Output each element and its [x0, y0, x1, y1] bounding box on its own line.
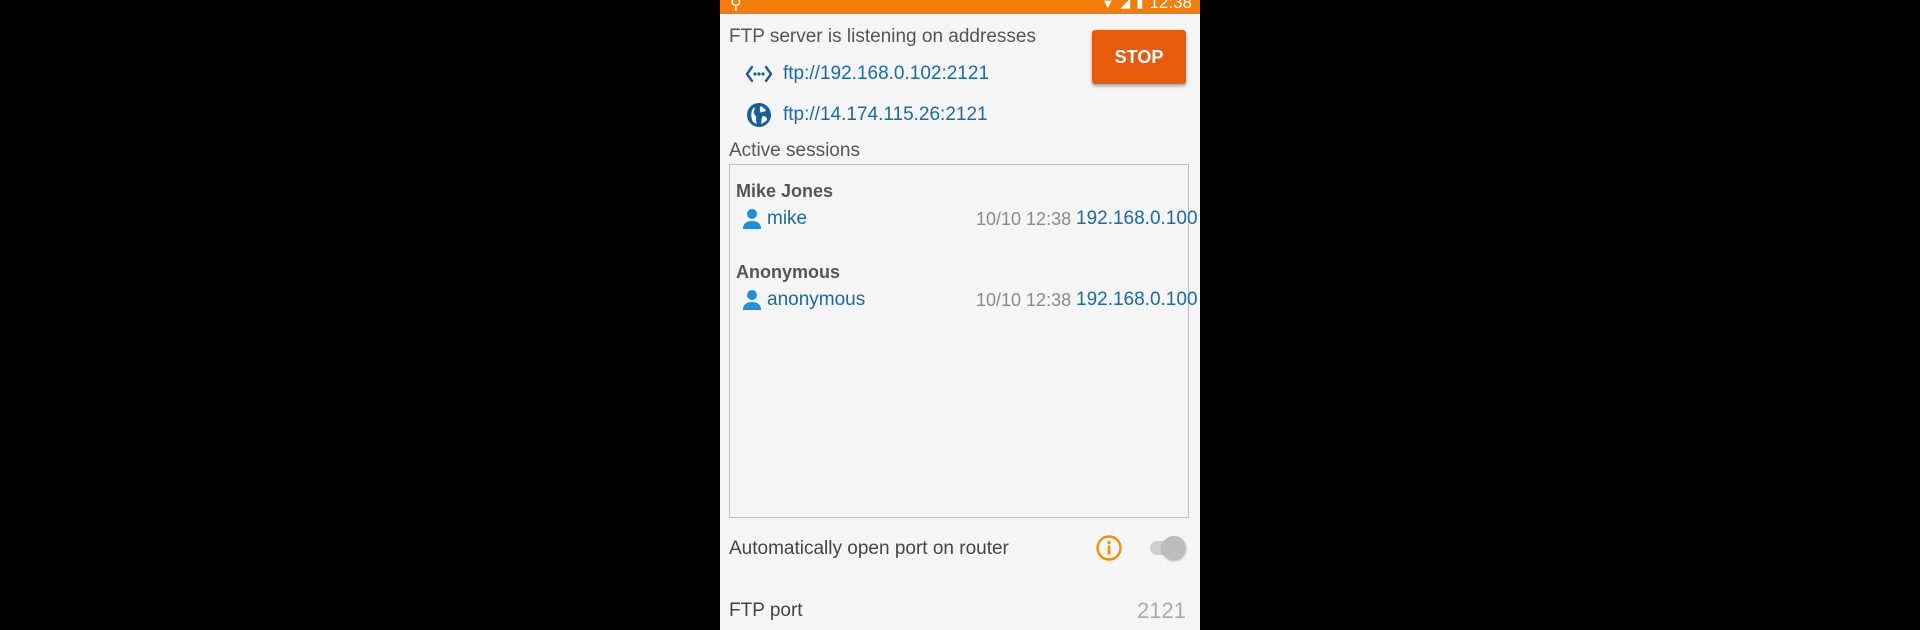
ftp-notification-icon: ⚲ [730, 0, 742, 13]
battery-icon: ▮ [1136, 0, 1144, 10]
public-address[interactable]: ftp://14.174.115.26:2121 [783, 104, 988, 126]
status-bar: ⚲ ▼ ◢ ▮ 12:38 [720, 0, 1200, 14]
session-user: mike [767, 208, 808, 229]
auto-open-port-toggle[interactable] [1148, 536, 1186, 560]
session-ip: 192.168.0.100 [1076, 289, 1198, 310]
status-time: 12:38 [1149, 0, 1192, 12]
public-address-row[interactable]: ftp://14.174.115.26:2121 [745, 101, 988, 129]
local-address-row[interactable]: ftp://192.168.0.102:2121 [745, 60, 989, 88]
globe-icon [745, 101, 773, 129]
ftp-port-label: FTP port [729, 600, 803, 621]
session-item[interactable]: Mike Jones mike 10/10 12:38 192.168.0.10… [736, 181, 1198, 234]
app-screen: ⚲ ▼ ◢ ▮ 12:38 FTP server is listening on… [720, 0, 1200, 630]
user-icon [742, 208, 762, 230]
listening-title: FTP server is listening on addresses [729, 26, 1036, 47]
network-code-icon [745, 60, 773, 88]
status-bar-right: ▼ ◢ ▮ 12:38 [1101, 0, 1192, 13]
session-item[interactable]: Anonymous anonymous 10/10 12:38 192.168.… [736, 262, 1198, 315]
session-user: anonymous [767, 289, 866, 310]
wifi-icon: ▼ [1101, 0, 1115, 11]
info-icon[interactable] [1095, 534, 1123, 562]
user-icon [742, 289, 762, 311]
ftp-port-value[interactable]: 2121 [1137, 598, 1186, 624]
sessions-list[interactable]: Mike Jones mike 10/10 12:38 192.168.0.10… [729, 164, 1198, 518]
session-time: 10/10 12:38 [976, 209, 1072, 229]
session-name: Mike Jones [736, 181, 834, 201]
sessions-title: Active sessions [729, 140, 860, 161]
session-ip: 192.168.0.100 [1076, 208, 1198, 229]
session-name: Anonymous [736, 262, 841, 282]
session-time: 10/10 12:38 [976, 290, 1072, 310]
stop-button[interactable]: STOP [1092, 30, 1186, 84]
toggle-thumb [1162, 536, 1186, 560]
auto-open-port-label: Automatically open port on router [729, 538, 1009, 559]
signal-icon: ◢ [1120, 0, 1131, 10]
local-address[interactable]: ftp://192.168.0.102:2121 [783, 63, 989, 85]
